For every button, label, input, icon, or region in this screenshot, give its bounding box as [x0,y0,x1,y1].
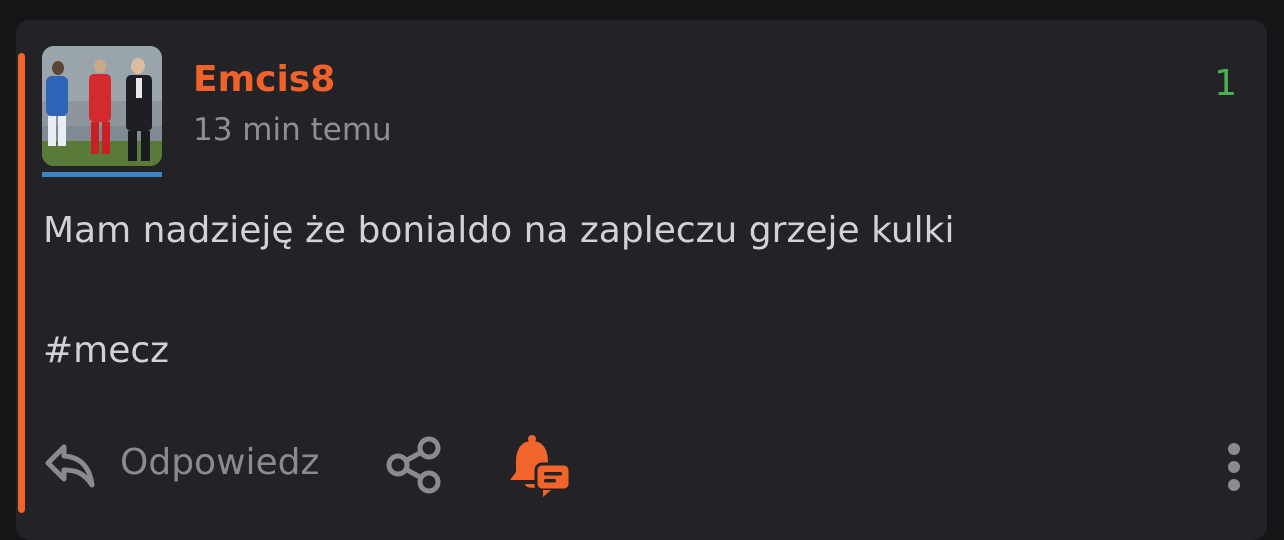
avatar-underline [42,172,162,177]
post-card: Emcis8 13 min temu 1 Mam nadzieję że bon… [16,20,1267,540]
notify-button[interactable] [506,434,572,500]
share-button[interactable] [382,434,444,496]
username-link[interactable]: Emcis8 [193,56,335,104]
reply-label: Odpowiedz [120,442,320,483]
vote-count[interactable]: 1 [1214,60,1237,108]
post-timestamp: 13 min temu [193,112,392,148]
share-icon [386,436,441,494]
avatar-image [42,46,162,166]
reply-arrow-icon [45,444,95,488]
more-options-button[interactable] [1219,436,1249,498]
bell-comment-icon [510,435,572,497]
avatar[interactable] [42,46,162,166]
post-accent-bar [18,53,25,513]
reply-button[interactable]: Odpowiedz [42,433,319,493]
more-vertical-icon [1228,443,1240,491]
post-body: Mam nadzieję że bonialdo na zapleczu grz… [43,210,955,251]
hashtag-link[interactable]: #mecz [43,326,169,376]
